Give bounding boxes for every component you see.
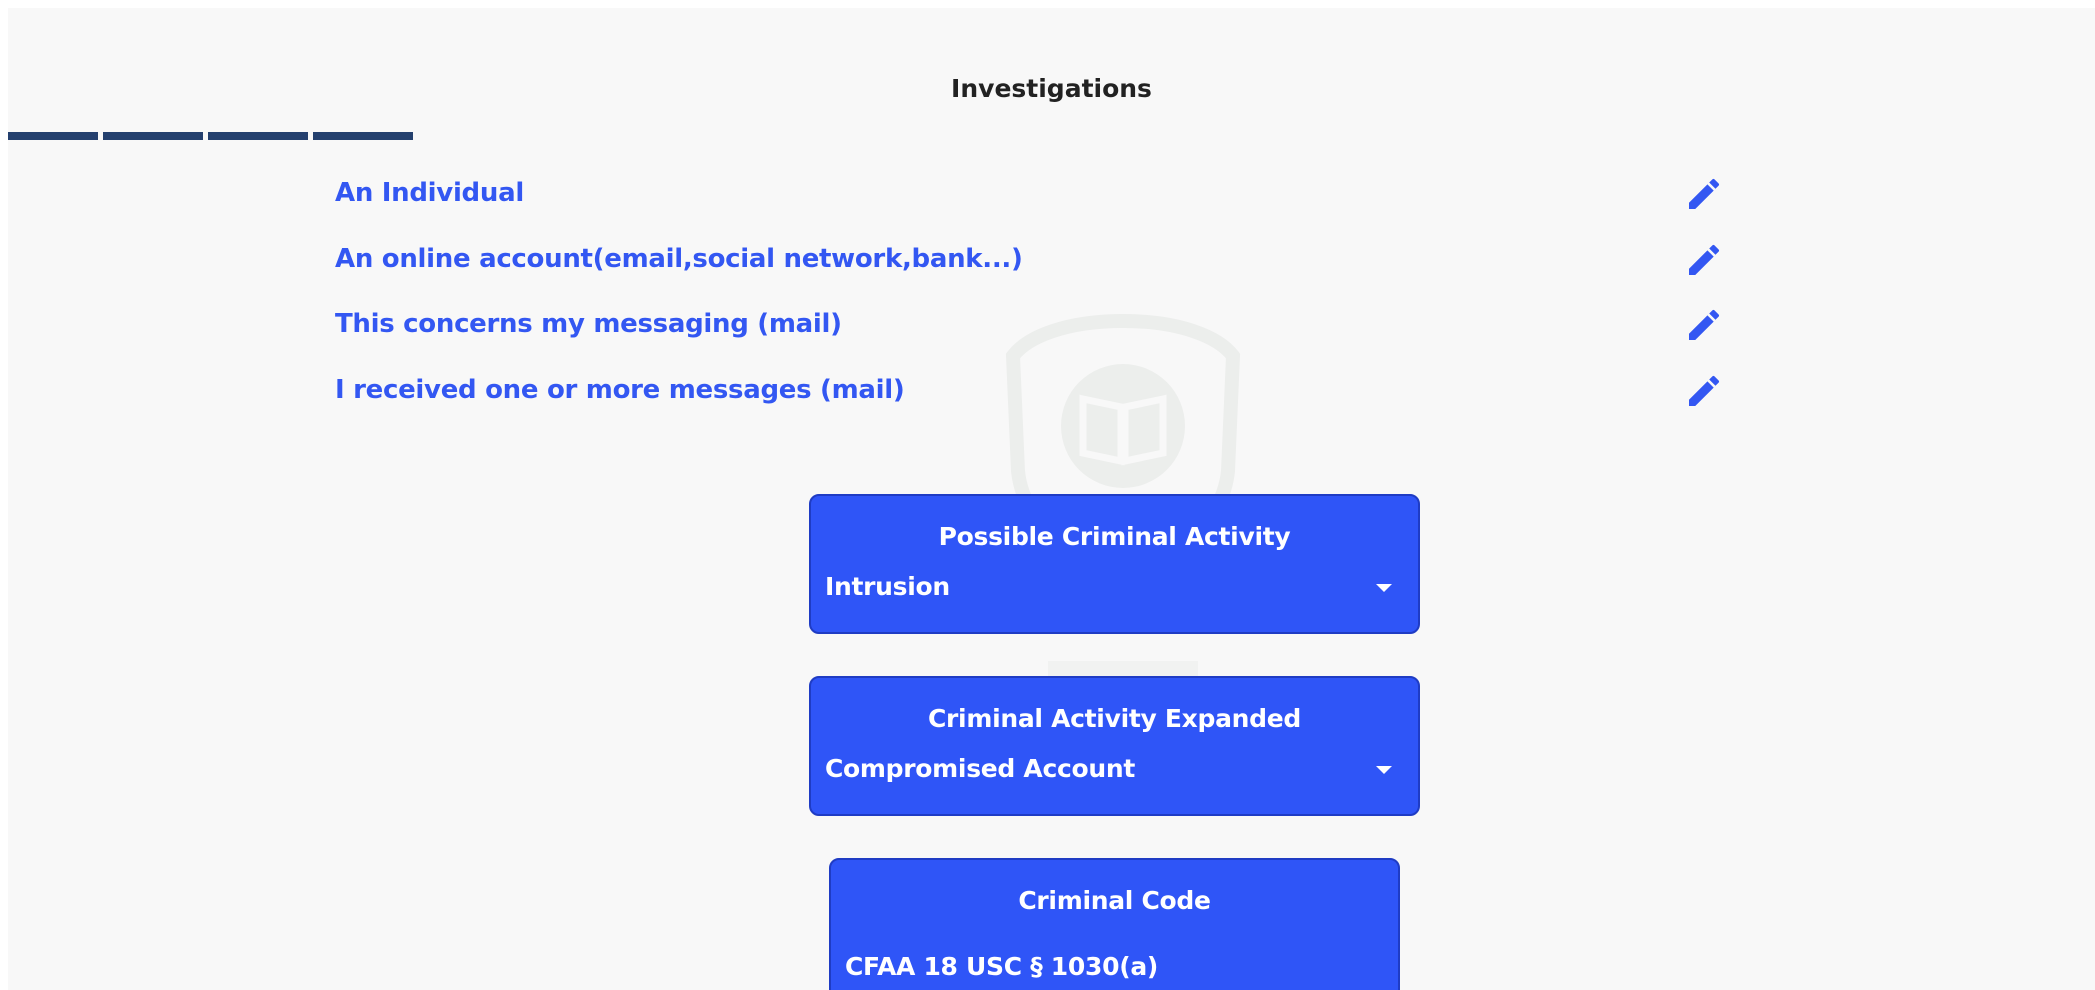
investigation-item: I received one or more messages (mail) [335,365,1735,415]
page-title: Investigations [951,74,1152,103]
criminal-activity-select[interactable]: Intrusion [825,562,1404,606]
selected-value: Compromised Account [825,754,1136,783]
investigation-item: An Individual [335,168,1735,218]
edit-button[interactable] [1684,240,1724,280]
investigation-item-label[interactable]: I received one or more messages (mail) [335,375,905,405]
investigation-item-label[interactable]: This concerns my messaging (mail) [335,309,842,339]
pencil-icon [1689,178,1720,209]
card-title: Criminal Code [1018,886,1211,915]
edit-button[interactable] [1684,174,1724,214]
edit-button[interactable] [1684,305,1724,345]
possible-criminal-activity-card: Possible Criminal Activity Intrusion [809,494,1420,634]
pencil-icon [1689,244,1720,275]
selected-value: Intrusion [825,572,950,601]
investigations-page: Investigations An Individual An online a… [8,8,2095,990]
dropdown-caret-icon [1376,766,1392,774]
stepper-step-3[interactable] [208,132,308,140]
investigation-item-label[interactable]: An online account(email,social network,b… [335,244,1023,274]
card-title: Criminal Activity Expanded [927,704,1302,733]
pencil-icon [1689,309,1720,340]
investigation-item: This concerns my messaging (mail) [335,299,1735,349]
criminal-activity-expanded-card: Criminal Activity Expanded Compromised A… [809,676,1420,816]
criminal-code-value: CFAA 18 USC § 1030(a) [845,952,1159,981]
stepper-step-2[interactable] [103,132,203,140]
pencil-icon [1689,375,1720,406]
investigation-item-label[interactable]: An Individual [335,178,524,208]
criminal-code-card: Criminal Code CFAA 18 USC § 1030(a) [829,858,1400,990]
card-title: Possible Criminal Activity [938,522,1291,551]
edit-button[interactable] [1684,371,1724,411]
stepper-step-1[interactable] [8,132,98,140]
stepper-step-4[interactable] [313,132,413,140]
investigation-item: An online account(email,social network,b… [335,234,1735,284]
activity-expanded-select[interactable]: Compromised Account [825,744,1404,788]
dropdown-caret-icon [1376,584,1392,592]
